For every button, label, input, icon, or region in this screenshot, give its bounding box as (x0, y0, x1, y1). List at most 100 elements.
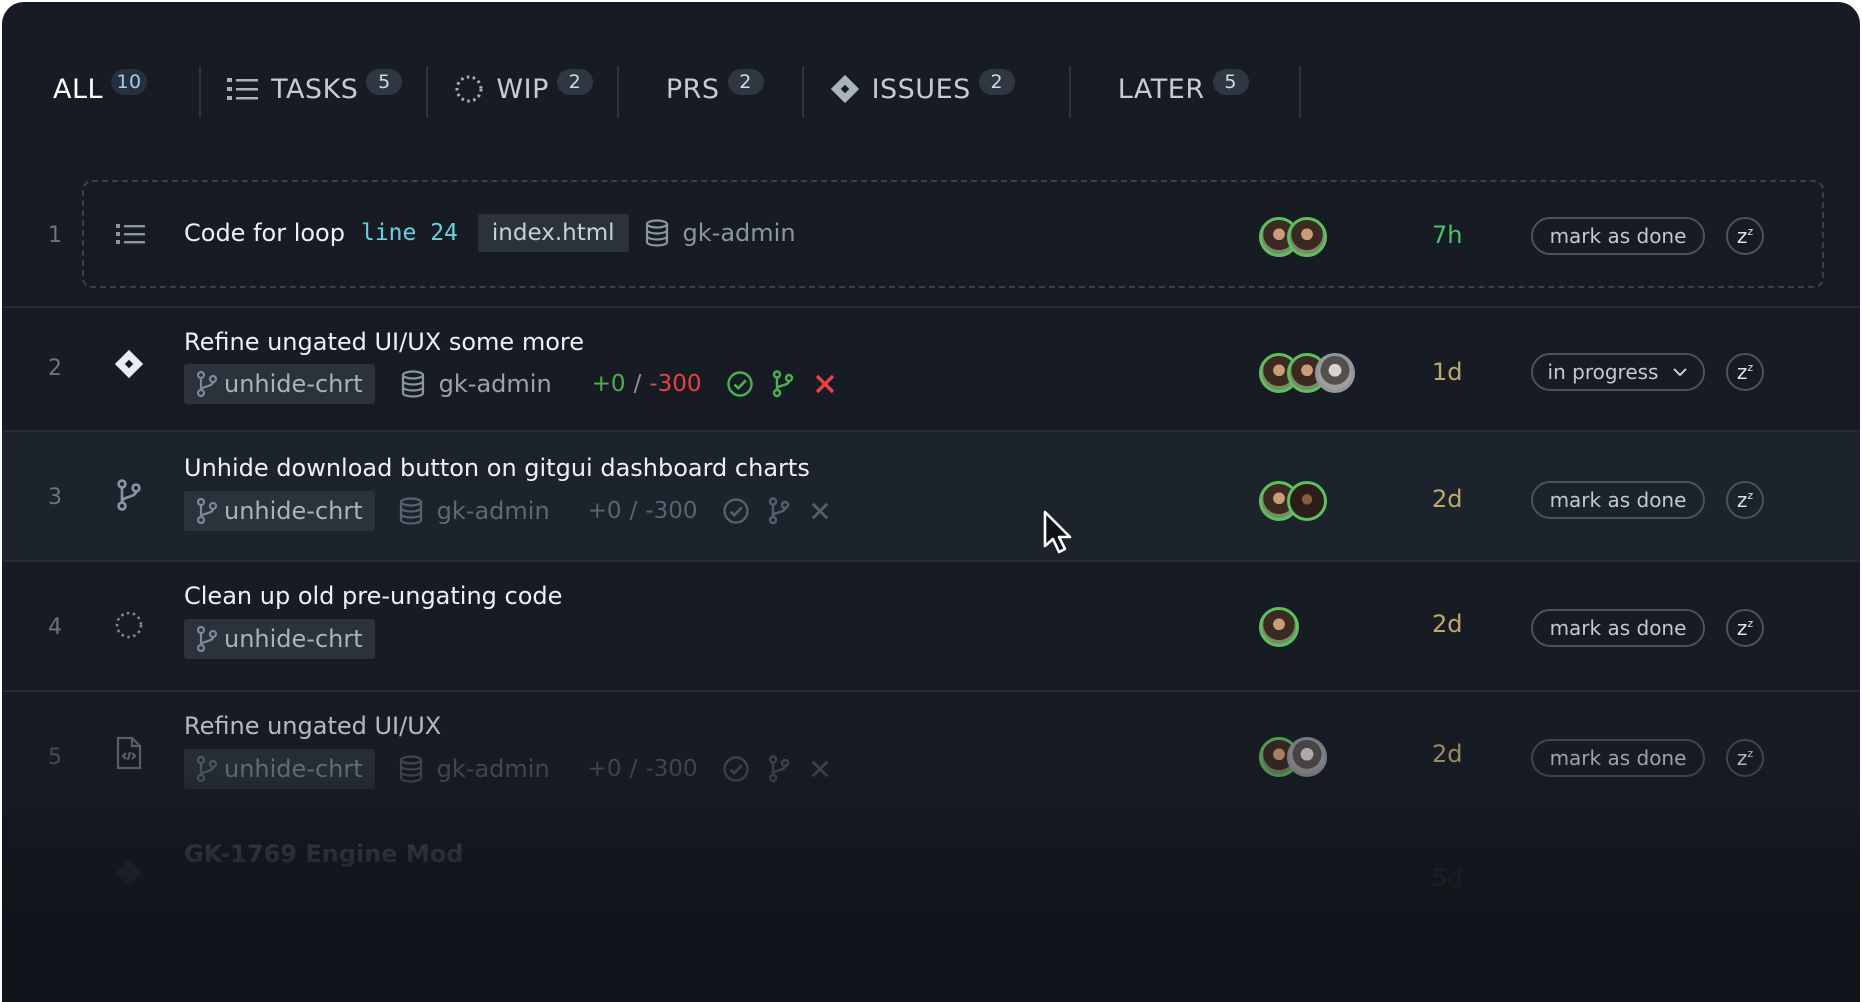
diff-separator: / (633, 371, 642, 397)
assignee-avatars[interactable] (1259, 607, 1299, 647)
branch-chip[interactable]: unhide-chrt (184, 749, 375, 789)
close-icon[interactable] (810, 759, 830, 779)
row-meta: unhide-chrt gk-admin +0 / -300 (184, 749, 830, 789)
branch-name: unhide-chrt (224, 625, 363, 653)
row-meta: unhide-chrt gk-admin +0 / -300 (184, 364, 836, 404)
tab-prs[interactable]: PRS 2 (619, 60, 804, 118)
mark-as-done-button[interactable]: mark as done (1531, 217, 1705, 255)
close-icon[interactable] (810, 501, 830, 521)
snooze-button[interactable]: zz (1726, 353, 1764, 391)
list-item[interactable]: 1 Code for loop line 24 index.html gk-ad… (2, 162, 1860, 308)
close-icon[interactable] (814, 373, 836, 395)
tab-label: PRS (665, 73, 720, 105)
count-badge: 2 (978, 69, 1015, 95)
task-title[interactable]: GK-1769 Engine Mod (184, 840, 463, 868)
task-title[interactable]: Refine ungated UI/UX some more (184, 328, 584, 356)
dotted-circle-icon (454, 74, 484, 104)
count-badge: 2 (727, 69, 764, 95)
repo-name[interactable]: gk-admin (437, 755, 550, 783)
check-circle-icon[interactable] (726, 370, 754, 398)
list-item[interactable]: 5 Refine ungated UI/UX unhide-chrt gk-ad… (2, 692, 1860, 822)
dotted-circle-icon (112, 608, 146, 642)
filter-tabs: ALL 10 TASKS 5 WIP 2 PRS 2 ISSUES 2 LATE… (2, 60, 1301, 118)
tab-tasks[interactable]: TASKS 5 (201, 60, 429, 118)
file-chip[interactable]: index.html (477, 214, 629, 252)
branch-icon[interactable] (768, 755, 790, 783)
branch-icon (196, 756, 218, 782)
task-title[interactable]: Unhide download button on gitgui dashboa… (184, 454, 810, 482)
list-item[interactable]: 4 Clean up old pre-ungating code unhide-… (2, 562, 1860, 692)
task-title: Code for loop (184, 219, 345, 247)
deletions-count: -300 (645, 498, 698, 524)
diamond-icon (112, 856, 146, 890)
branch-icon (112, 478, 146, 512)
avatar (1287, 481, 1327, 521)
additions-count: +0 (591, 371, 626, 397)
task-title[interactable]: Clean up old pre-ungating code (184, 582, 562, 610)
database-icon (645, 219, 669, 247)
additions-count: +0 (587, 498, 622, 524)
list-icon (227, 76, 259, 102)
diff-separator: / (629, 756, 638, 782)
repo-name[interactable]: gk-admin (437, 497, 550, 525)
diff-separator: / (629, 498, 638, 524)
age-label: 2d (1432, 740, 1463, 768)
snooze-button[interactable]: zz (1726, 609, 1764, 647)
mark-as-done-button[interactable]: mark as done (1531, 609, 1705, 647)
branch-name: unhide-chrt (224, 755, 363, 783)
snooze-button[interactable]: zz (1726, 217, 1764, 255)
row-number: 5 (48, 745, 62, 770)
assignee-avatars[interactable] (1259, 217, 1327, 257)
mark-as-done-button[interactable]: mark as done (1531, 739, 1705, 777)
tab-all[interactable]: ALL 10 (2, 60, 202, 118)
age-label: 2d (1432, 485, 1463, 513)
age-label: 1d (1432, 358, 1463, 386)
assignee-avatars[interactable] (1259, 353, 1355, 393)
age-label: 2d (1432, 610, 1463, 638)
age-label: 7h (1432, 221, 1463, 249)
tab-label: TASKS (271, 73, 359, 105)
row-number: 1 (48, 223, 62, 248)
code-reference[interactable]: line 24 (361, 220, 458, 246)
check-circle-icon[interactable] (722, 497, 750, 525)
tab-label: LATER (1117, 73, 1205, 105)
check-circle-icon[interactable] (722, 755, 750, 783)
branch-icon (196, 498, 218, 524)
branch-name: unhide-chrt (224, 370, 363, 398)
repo-name[interactable]: gk-admin (439, 370, 552, 398)
row-meta: unhide-chrt (184, 619, 375, 659)
count-badge: 2 (556, 69, 593, 95)
tab-issues[interactable]: ISSUES 2 (804, 60, 1071, 118)
snooze-icon: z (1736, 488, 1748, 512)
assignee-avatars[interactable] (1259, 737, 1327, 777)
list-item[interactable]: 2 Refine ungated UI/UX some more unhide-… (2, 308, 1860, 432)
task-title[interactable]: Refine ungated UI/UX (184, 712, 441, 740)
list-item[interactable]: GK-1769 Engine Mod 5d (2, 822, 1860, 922)
branch-icon (196, 626, 218, 652)
list-item[interactable]: 3 Unhide download button on gitgui dashb… (2, 432, 1860, 562)
snooze-button[interactable]: zz (1726, 739, 1764, 777)
chevron-down-icon (1673, 368, 1688, 377)
tab-label: ALL (53, 73, 104, 105)
row-meta: unhide-chrt gk-admin +0 / -300 (184, 491, 830, 531)
branch-chip[interactable]: unhide-chrt (184, 619, 375, 659)
avatar (1315, 353, 1355, 393)
branch-name: unhide-chrt (224, 497, 363, 525)
list-icon (114, 217, 148, 251)
branch-icon[interactable] (768, 497, 790, 525)
snooze-icon: z (1736, 360, 1748, 384)
status-dropdown[interactable]: in progress (1531, 353, 1705, 391)
repo-name[interactable]: gk-admin (683, 219, 796, 247)
branch-chip[interactable]: unhide-chrt (184, 491, 375, 531)
database-icon (399, 497, 423, 525)
tab-divider (1298, 66, 1301, 118)
mark-as-done-button[interactable]: mark as done (1531, 481, 1705, 519)
branch-chip[interactable]: unhide-chrt (184, 364, 375, 404)
deletions-count: -300 (649, 371, 702, 397)
row-number: 4 (48, 615, 62, 640)
tab-wip[interactable]: WIP 2 (428, 60, 619, 118)
snooze-button[interactable]: zz (1726, 481, 1764, 519)
branch-icon[interactable] (772, 370, 794, 398)
assignee-avatars[interactable] (1259, 481, 1327, 521)
tab-later[interactable]: LATER 5 (1071, 60, 1301, 118)
